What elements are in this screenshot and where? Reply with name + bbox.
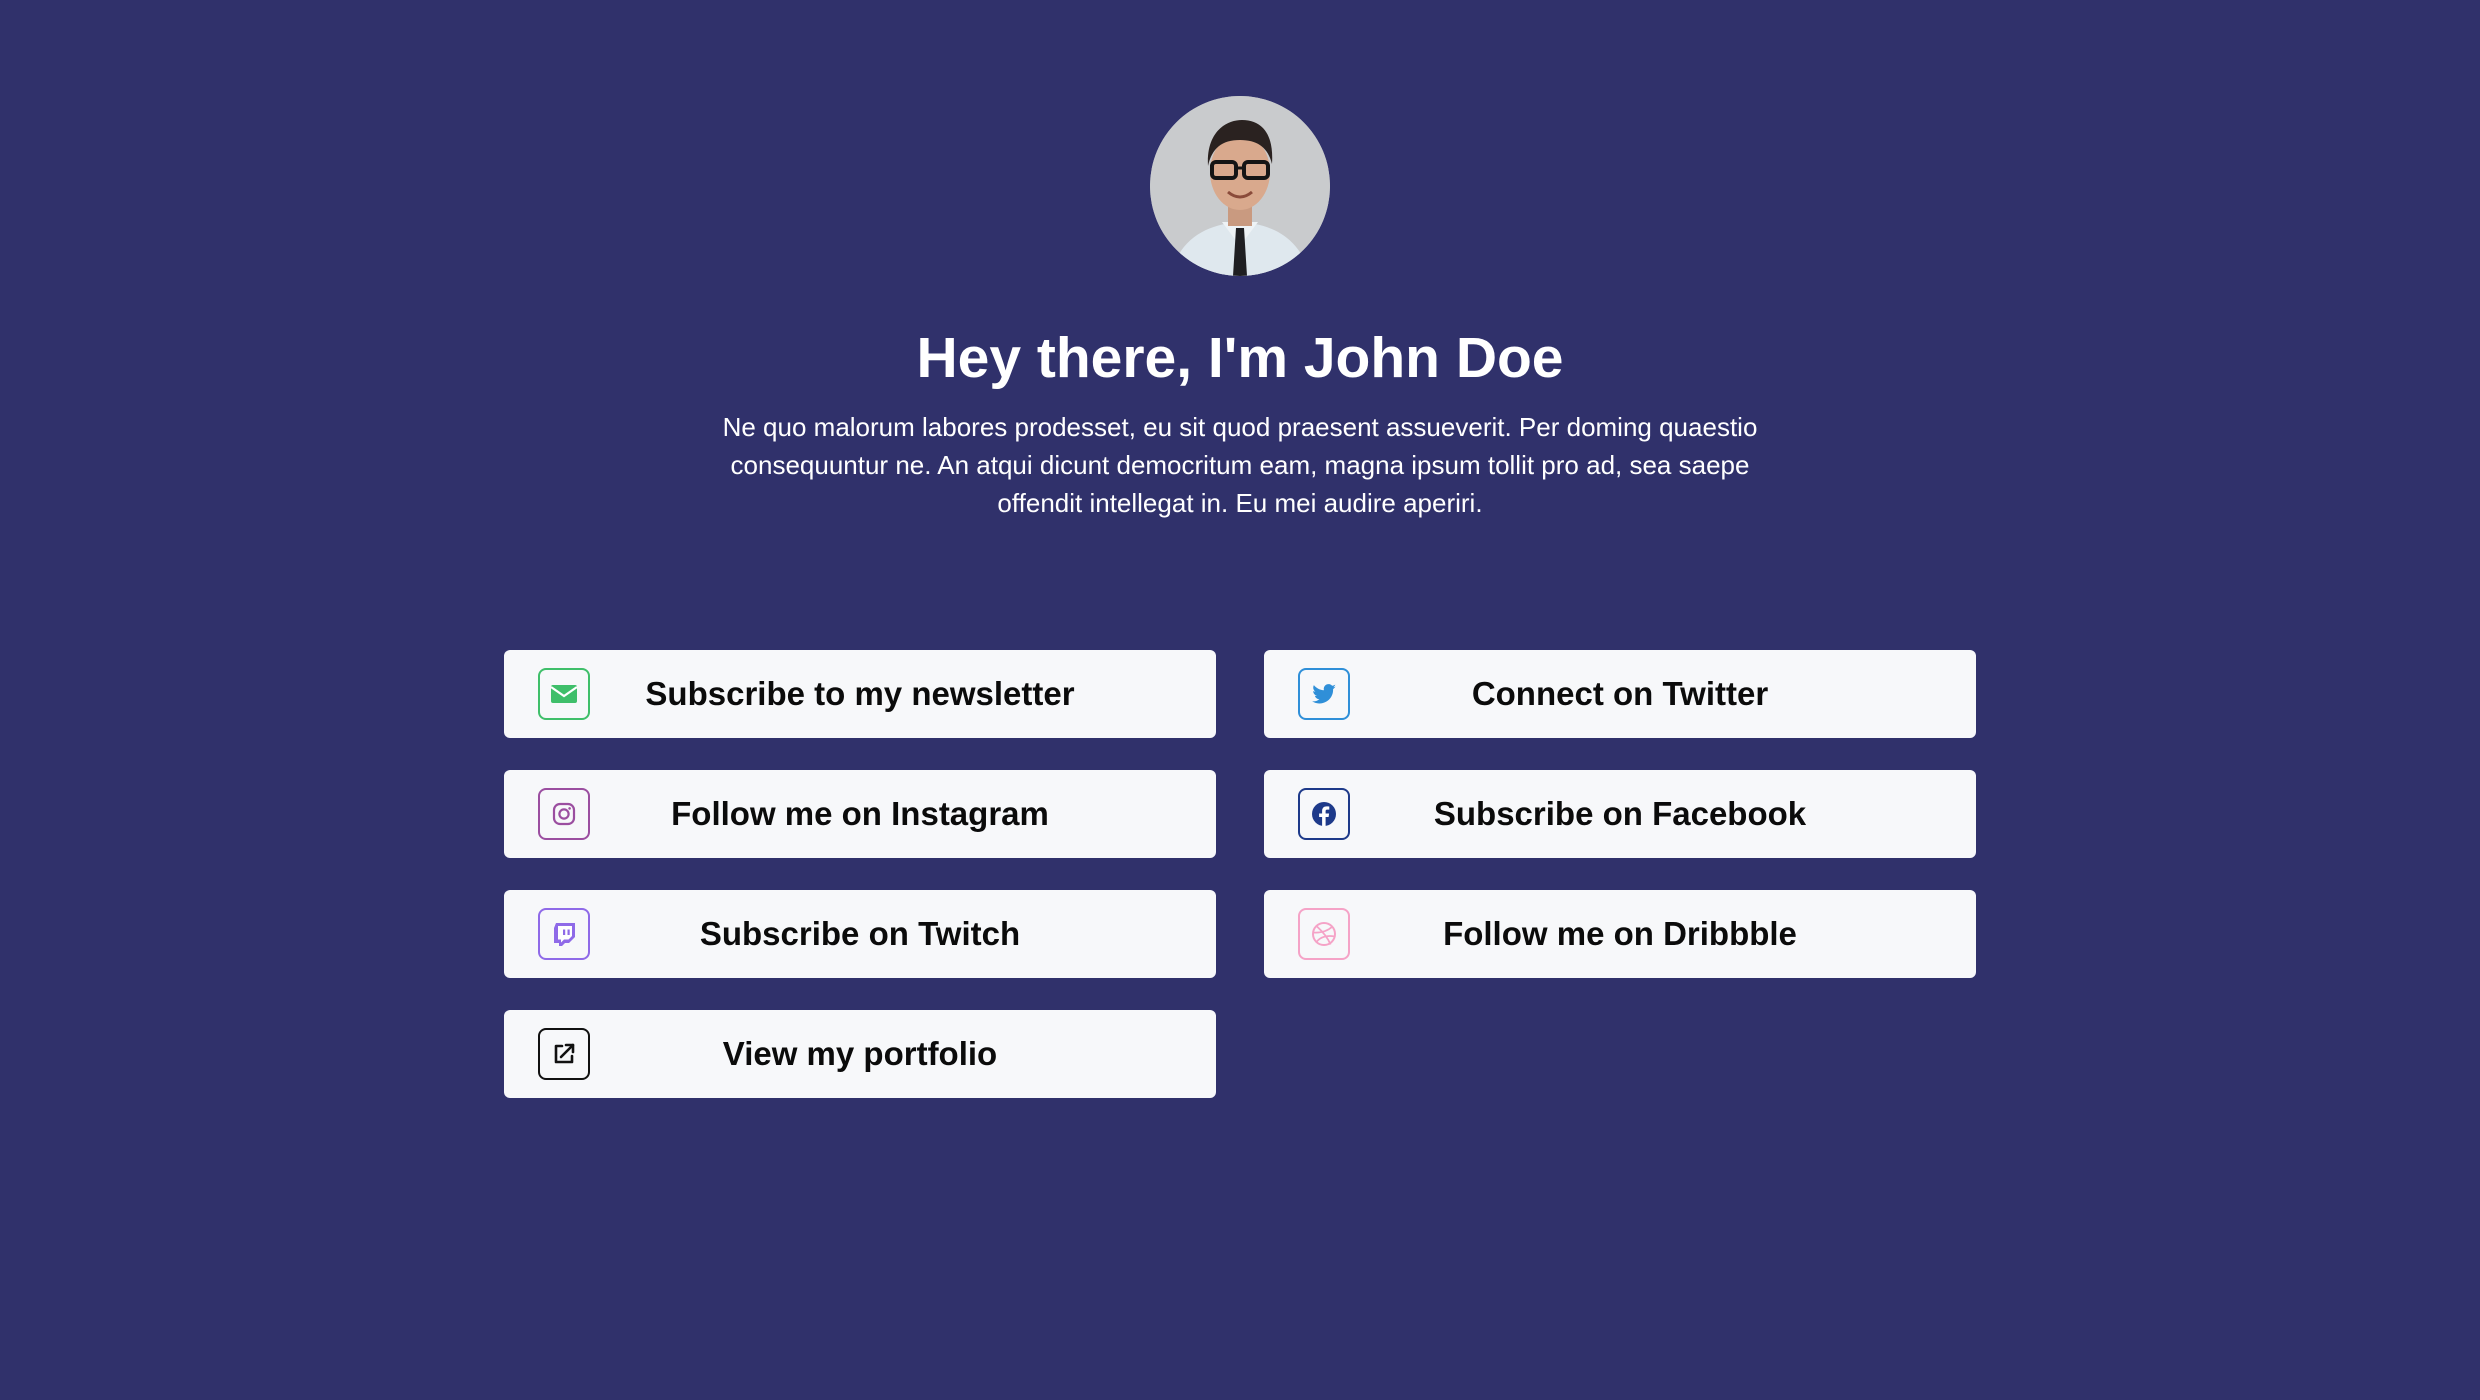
dribbble-button[interactable]: Follow me on Dribbble [1264,890,1976,978]
newsletter-button[interactable]: Subscribe to my newsletter [504,650,1216,738]
page-title: Hey there, I'm John Doe [916,326,1564,390]
twitch-button[interactable]: Subscribe on Twitch [504,890,1216,978]
portfolio-button[interactable]: View my portfolio [504,1010,1216,1098]
newsletter-label: Subscribe to my newsletter [645,675,1075,712]
twitter-button[interactable]: Connect on Twitter [1264,650,1976,738]
portfolio-label: View my portfolio [722,1035,998,1072]
instagram-label: Follow me on Instagram [671,795,1049,832]
twitter-label: Connect on Twitter [1471,675,1769,712]
facebook-button[interactable]: Subscribe on Facebook [1264,770,1976,858]
dribbble-label: Follow me on Dribbble [1443,915,1797,952]
profile-photo [1150,96,1330,276]
avatar [1150,96,1330,276]
bio-text: Ne quo malorum labores prodesset, eu sit… [722,412,1758,518]
instagram-button[interactable]: Follow me on Instagram [504,770,1216,858]
twitch-label: Subscribe on Twitch [699,915,1021,952]
facebook-label: Subscribe on Facebook [1433,795,1807,832]
